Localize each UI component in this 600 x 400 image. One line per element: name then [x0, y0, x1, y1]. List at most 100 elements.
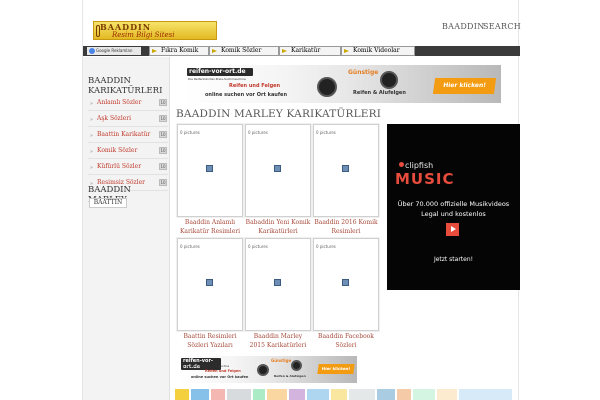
- picture-count: 0 pictures: [316, 244, 336, 249]
- strip-image[interactable]: [397, 389, 411, 400]
- sidebar-item-ask-sozleri[interactable]: » Aşk Sözleri 10: [88, 112, 168, 127]
- bullet-icon: »: [90, 117, 94, 123]
- caption-line2: Resimleri: [331, 228, 361, 235]
- picture-count: 0 pictures: [180, 130, 200, 135]
- broken-image-icon: [342, 279, 349, 286]
- ad-line1: Über 70.000 offizielle Musikvideos: [397, 200, 510, 208]
- sidebar-title: BAADDIN KARIKATÜRLERI: [88, 76, 162, 96]
- music-title: MUSIC: [395, 170, 455, 188]
- bottom-image-strip: [175, 389, 512, 400]
- count-badge: 10: [159, 163, 167, 170]
- picture-count: 0 pictures: [248, 130, 268, 135]
- strip-image[interactable]: [307, 389, 329, 400]
- sidebar-item-anlamli-sozler[interactable]: » Anlamlı Sözler 10: [88, 96, 168, 111]
- baattin-tag-button[interactable]: BAATTIN: [89, 198, 127, 208]
- page-container: BAADDIN Resim Bilgi Sitesi BAADDIN SEARC…: [82, 0, 521, 400]
- link-karikatur[interactable]: Karikatür: [279, 46, 341, 56]
- clipfish-logo: clipfish: [405, 161, 434, 170]
- bullet-icon: »: [90, 101, 94, 107]
- sidebar-item-label: Komik Sözler: [97, 147, 138, 154]
- ad-badge-top: Günstige: [271, 358, 292, 363]
- strip-image[interactable]: [437, 389, 457, 400]
- ad-line2: online suchen vor Ort kaufen: [191, 375, 249, 379]
- ad-cta[interactable]: Jetzt starten!: [387, 256, 520, 263]
- play-icon[interactable]: [446, 223, 459, 236]
- gallery-caption[interactable]: Baaddin Facebook Sözleri: [305, 332, 387, 350]
- strip-image[interactable]: [191, 389, 209, 400]
- bullet-icon: »: [90, 133, 94, 139]
- sidebar-item-label: Baattin Karikatür: [97, 131, 151, 138]
- broken-image-icon: [342, 165, 349, 172]
- tire-icon: [317, 77, 337, 97]
- gallery-thumbnail[interactable]: 0 pictures: [177, 124, 243, 217]
- link-komik-sozler[interactable]: Komik Sözler: [209, 46, 279, 56]
- gallery-thumbnail[interactable]: 0 pictures: [313, 238, 379, 331]
- link-label: Komik Sözler: [221, 47, 262, 54]
- strip-image[interactable]: [377, 389, 395, 400]
- ad-badge-top: Günstige: [348, 69, 379, 76]
- picture-count: 0 pictures: [248, 244, 268, 249]
- nav-search[interactable]: SEARCH: [483, 22, 521, 31]
- caption-line1: Baaddin Facebook: [318, 333, 374, 340]
- strip-image[interactable]: [253, 389, 265, 400]
- strip-image[interactable]: [267, 389, 287, 400]
- sidebar-item-komik-sozler[interactable]: » Komik Sözler 10: [88, 144, 168, 159]
- nav-baaddin[interactable]: BAADDIN: [442, 22, 485, 31]
- gallery-thumbnail[interactable]: 0 pictures: [177, 238, 243, 331]
- sidebar-item-label: Küfürlü Sözler: [97, 163, 142, 170]
- ad-subtitle: Die Reifenhändler-Preis-Suchmaschine: [188, 77, 246, 81]
- google-ads-label[interactable]: Google Reklamları: [87, 47, 141, 55]
- strip-image[interactable]: [175, 389, 189, 400]
- gallery-caption[interactable]: Baaddin 2016 Komik Resimleri: [305, 218, 387, 236]
- arrow-icon: [152, 49, 157, 53]
- picture-count: 0 pictures: [316, 130, 336, 135]
- link-unit-bar: Google Reklamları Fıkra Komik Komik Sözl…: [83, 46, 520, 56]
- tire-icon: [257, 364, 269, 376]
- strip-image[interactable]: [331, 389, 347, 400]
- bottom-ad-banner[interactable]: reifen-vor-ort.de Die Reifenhändler-Prei…: [179, 356, 357, 383]
- site-logo[interactable]: BAADDIN Resim Bilgi Sitesi: [93, 21, 217, 40]
- sidebar-item-kufurlu-sozler[interactable]: » Küfürlü Sözler 10: [88, 160, 168, 175]
- clipfish-music-ad[interactable]: clipfish MUSIC Über 70.000 offizielle Mu…: [387, 124, 520, 290]
- gallery-thumbnail[interactable]: 0 pictures: [313, 124, 379, 217]
- google-icon: [89, 48, 95, 54]
- tire-icon: [291, 360, 302, 371]
- strip-image[interactable]: [349, 389, 375, 400]
- count-badge: 10: [159, 115, 167, 122]
- gallery-thumbnail[interactable]: 0 pictures: [245, 124, 311, 217]
- sidebar: BAADDIN KARIKATÜRLERI » Anlamlı Sözler 1…: [83, 57, 170, 400]
- ad-badge-bottom: Reifen & Alufelgen: [353, 90, 406, 96]
- strip-image[interactable]: [227, 389, 251, 400]
- link-komik-videolar[interactable]: Komik Videolar: [341, 46, 415, 56]
- ad-cta-button[interactable]: Hier klicken!: [317, 364, 355, 374]
- link-label: Karikatür: [291, 47, 321, 54]
- bullet-icon: »: [90, 149, 94, 155]
- top-ad-banner[interactable]: reifen-vor-ort.de Die Reifenhändler-Prei…: [185, 65, 501, 103]
- strip-image[interactable]: [413, 389, 435, 400]
- ad-line2: Legal und kostenlos: [421, 210, 486, 218]
- gallery-thumbnail[interactable]: 0 pictures: [245, 238, 311, 331]
- broken-image-icon: [274, 165, 281, 172]
- ad-cta-button[interactable]: Hier klicken!: [432, 78, 497, 94]
- ad-subtitle: Die Reifenhändler-Preis-Suchmaschine: [181, 365, 230, 368]
- broken-image-icon: [274, 279, 281, 286]
- picture-count: 0 pictures: [180, 244, 200, 249]
- sidebar-title-line2: KARIKATÜRLERI: [88, 86, 163, 96]
- ad-line1: Reifen und Felgen: [205, 369, 241, 373]
- page-title: BAADDIN MARLEY KARIKATÜRLERI: [176, 108, 382, 120]
- count-badge: 10: [159, 99, 167, 106]
- strip-image[interactable]: [211, 389, 225, 400]
- link-label: Komik Videolar: [353, 47, 400, 54]
- ad-line1: Reifen und Felgen: [229, 83, 281, 89]
- arrow-icon: [282, 49, 287, 53]
- google-ads-text: Google Reklamları: [96, 48, 133, 53]
- broken-image-icon: [206, 165, 213, 172]
- sidebar-title-line1: BAADDIN: [88, 76, 131, 86]
- sidebar-item-label: Aşk Sözleri: [97, 115, 132, 122]
- strip-image[interactable]: [289, 389, 305, 400]
- caption-line2: Sözleri: [335, 342, 357, 349]
- arrow-icon: [344, 49, 349, 53]
- link-fikra-komik[interactable]: Fıkra Komik: [149, 46, 209, 56]
- sidebar-item-baattin-karikatur[interactable]: » Baattin Karikatür 10: [88, 128, 168, 143]
- strip-image[interactable]: [459, 389, 512, 400]
